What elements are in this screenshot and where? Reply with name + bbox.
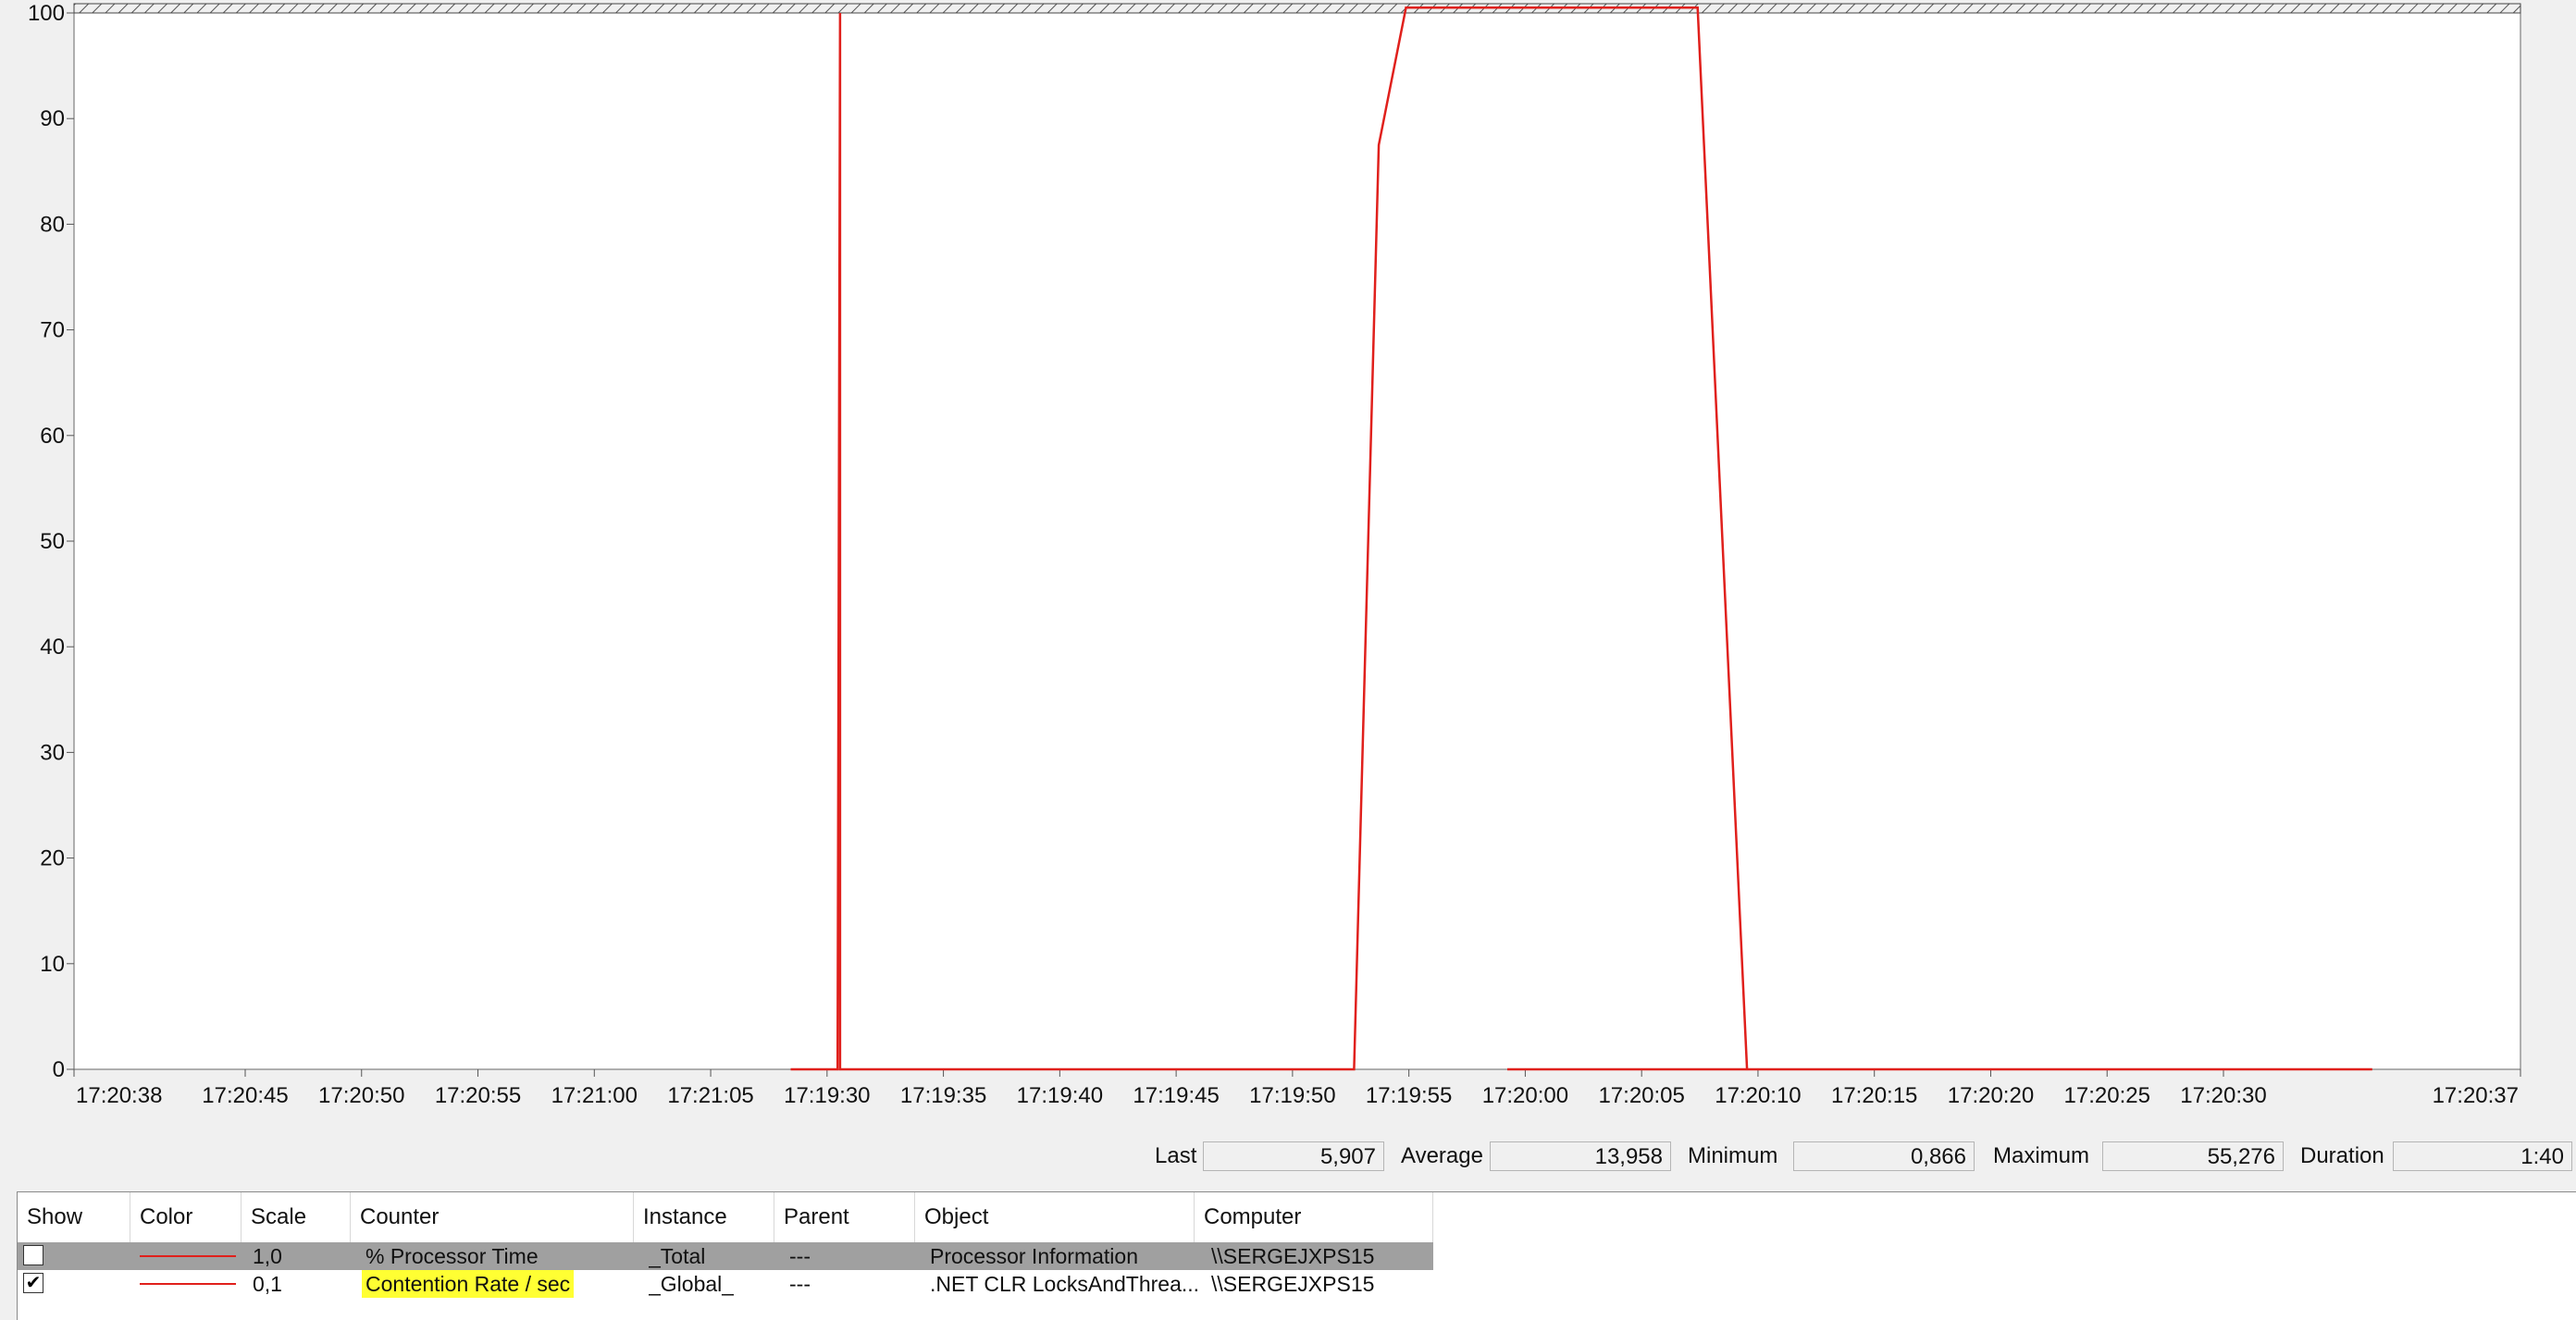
header-show[interactable]: Show (18, 1192, 130, 1242)
show-checkbox[interactable]: ✔ (23, 1273, 43, 1293)
y-tick-label: 80 (40, 212, 65, 237)
parent-name: --- (789, 1244, 811, 1268)
x-tick-label: 17:20:00 (1482, 1083, 1568, 1108)
legend-row-contention-rate[interactable]: ✔ 0,1 Contention Rate / sec _Global_ ---… (18, 1270, 1433, 1298)
x-tick-label: 17:20:45 (202, 1083, 288, 1108)
average-value-field: 13,958 (1490, 1141, 1671, 1171)
last-value-field: 5,907 (1203, 1141, 1384, 1171)
minimum-label: Minimum (1688, 1143, 1778, 1168)
x-tick-label: 17:20:38 (76, 1083, 162, 1108)
y-tick-label: 0 (53, 1057, 65, 1082)
instance-name: _Global_ (649, 1272, 735, 1296)
x-tick-label: 17:20:50 (318, 1083, 404, 1108)
minimum-value-field: 0,866 (1793, 1141, 1975, 1171)
x-tick-label: 17:20:30 (2180, 1083, 2266, 1108)
performance-graph[interactable]: 0 10 20 30 40 50 60 70 80 90 100 17:20:38 17:20:45 1… (0, 0, 2576, 1124)
y-tick-label: 70 (40, 318, 65, 343)
y-tick-label: 40 (40, 635, 65, 660)
parent-name: --- (789, 1272, 811, 1296)
maximum-label: Maximum (1993, 1143, 2090, 1168)
y-axis: 0 10 20 30 40 50 60 70 80 90 100 (28, 1, 74, 1082)
y-tick-label: 20 (40, 846, 65, 871)
last-label: Last (1155, 1143, 1197, 1168)
y-tick-label: 10 (40, 952, 65, 977)
x-tick-label: 17:20:20 (1948, 1083, 2034, 1108)
legend-header-row: Show Color Scale Counter Instance Parent… (18, 1192, 1433, 1242)
duration-label: Duration (2300, 1143, 2384, 1168)
header-counter[interactable]: Counter (351, 1192, 634, 1242)
x-tick-label: 17:20:37 (2433, 1083, 2519, 1108)
header-scale[interactable]: Scale (242, 1192, 351, 1242)
x-tick-label: 17:20:10 (1715, 1083, 1801, 1108)
header-color[interactable]: Color (130, 1192, 242, 1242)
x-tick-label: 17:21:05 (667, 1083, 753, 1108)
maximum-value-field: 55,276 (2102, 1141, 2284, 1171)
counter-legend-table[interactable]: Show Color Scale Counter Instance Parent… (17, 1191, 2576, 1320)
x-tick-label: 17:20:25 (2064, 1083, 2150, 1108)
y-tick-label: 100 (28, 1, 65, 26)
legend-row-processor-time[interactable]: 1,0 % Processor Time _Total --- Processo… (18, 1242, 1433, 1270)
statistics-bar: Last 5,907 Average 13,958 Minimum 0,866 … (0, 1138, 2576, 1175)
graph-canvas: 0102030405060708090100 17:20:38 17:20:45 1… (28, 1, 2521, 1108)
x-tick-label: 17:20:15 (1831, 1083, 1917, 1108)
show-checkbox[interactable] (23, 1245, 43, 1265)
scale-value: 1,0 (253, 1244, 282, 1268)
x-tick-label: 17:19:50 (1249, 1083, 1335, 1108)
duration-value-field: 1:40 (2393, 1141, 2572, 1171)
y-tick-label: 60 (40, 424, 65, 449)
x-tick-label: 17:19:55 (1366, 1083, 1452, 1108)
x-tick-label: 17:19:30 (784, 1083, 870, 1108)
x-axis: 17:20:38 17:20:45 17:20:50 17:20:55 17:21:00… (73, 1069, 2521, 1108)
computer-name: \\SERGEJXPS15 (1211, 1272, 1375, 1296)
counter-name: % Processor Time (365, 1244, 539, 1268)
plot-background (73, 12, 2521, 1070)
scale-value: 0,1 (253, 1272, 282, 1296)
average-label: Average (1401, 1143, 1483, 1168)
y-tick-label: 30 (40, 740, 65, 765)
header-parent[interactable]: Parent (774, 1192, 915, 1242)
computer-name: \\SERGEJXPS15 (1211, 1244, 1375, 1268)
y-tick-label: 50 (40, 529, 65, 554)
color-swatch (140, 1255, 236, 1257)
instance-name: _Total (649, 1244, 706, 1268)
object-name: .NET CLR LocksAndThrea... (930, 1272, 1200, 1296)
color-swatch (140, 1283, 236, 1285)
object-name: Processor Information (930, 1244, 1138, 1268)
counter-name: Contention Rate / sec (362, 1270, 575, 1298)
x-tick-label: 17:19:40 (1017, 1083, 1103, 1108)
header-instance[interactable]: Instance (634, 1192, 774, 1242)
header-object[interactable]: Object (915, 1192, 1195, 1242)
header-computer[interactable]: Computer (1195, 1192, 1433, 1242)
x-tick-label: 17:19:45 (1133, 1083, 1219, 1108)
y-tick-label: 90 (40, 106, 65, 131)
x-tick-label: 17:21:00 (551, 1083, 638, 1108)
overflow-hatch-band (73, 3, 2521, 14)
x-tick-label: 17:19:35 (900, 1083, 986, 1108)
x-tick-label: 17:20:05 (1598, 1083, 1684, 1108)
x-tick-label: 17:20:55 (435, 1083, 521, 1108)
